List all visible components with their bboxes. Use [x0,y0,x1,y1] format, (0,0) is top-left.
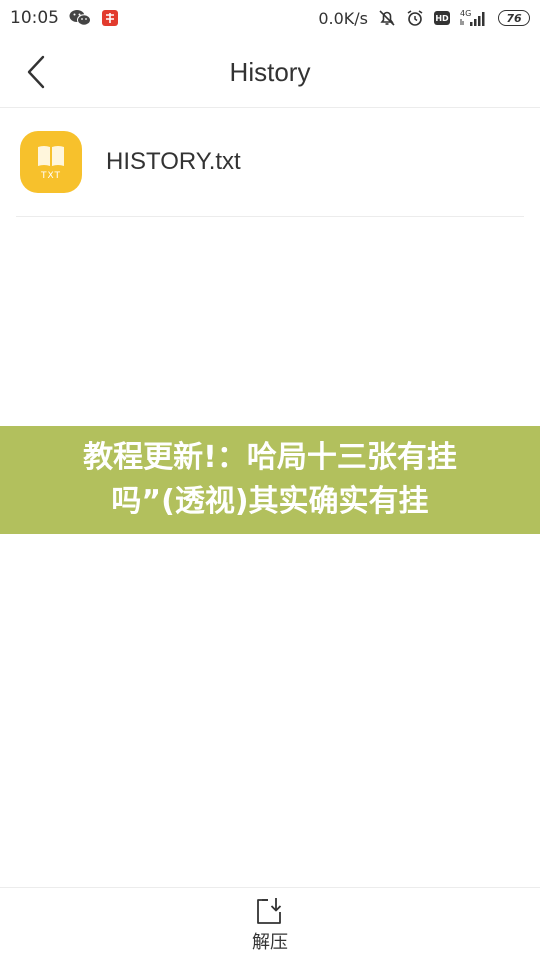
file-list: TXT HISTORY.txt [0,108,540,217]
page-title: History [229,57,311,87]
extract-label: 解压 [252,932,288,953]
alarm-icon [406,9,424,27]
file-name: HISTORY.txt [106,148,241,175]
list-item[interactable]: TXT HISTORY.txt [16,108,524,217]
promo-banner: 教程更新!：哈局十三张有挂吗”(透视)其实确实有挂 [0,426,540,534]
bell-muted-icon [378,9,396,27]
back-button[interactable] [14,50,58,94]
network-type: 4G [460,9,471,18]
chevron-left-icon [27,55,45,89]
file-ext-label: TXT [40,170,61,181]
net-speed: 0.0K/s [318,8,368,28]
book-icon [38,145,64,166]
status-right: 0.0K/s HD 4G 76 [318,8,530,28]
battery-indicator: 76 [498,10,530,26]
txt-file-icon: TXT [20,131,82,193]
extract-button[interactable]: 解压 [252,888,288,960]
status-time: 10:05 [10,8,59,28]
promo-banner-text: 教程更新!：哈局十三张有挂吗”(透视)其实确实有挂 [83,440,457,519]
status-left: 10:05 [10,8,119,28]
screen: 10:05 0.0K/s HD 4G 76 History TXT HISTOR… [0,0,540,960]
status-bar: 10:05 0.0K/s HD 4G 76 [0,0,540,36]
bottom-bar: 解压 [0,887,540,960]
app-header: History [0,36,540,108]
signal-icon: 4G [460,8,488,28]
hd-icon: HD [434,11,450,25]
app-notification-icon [101,9,119,27]
extract-icon [257,898,282,924]
wechat-icon [69,9,91,27]
